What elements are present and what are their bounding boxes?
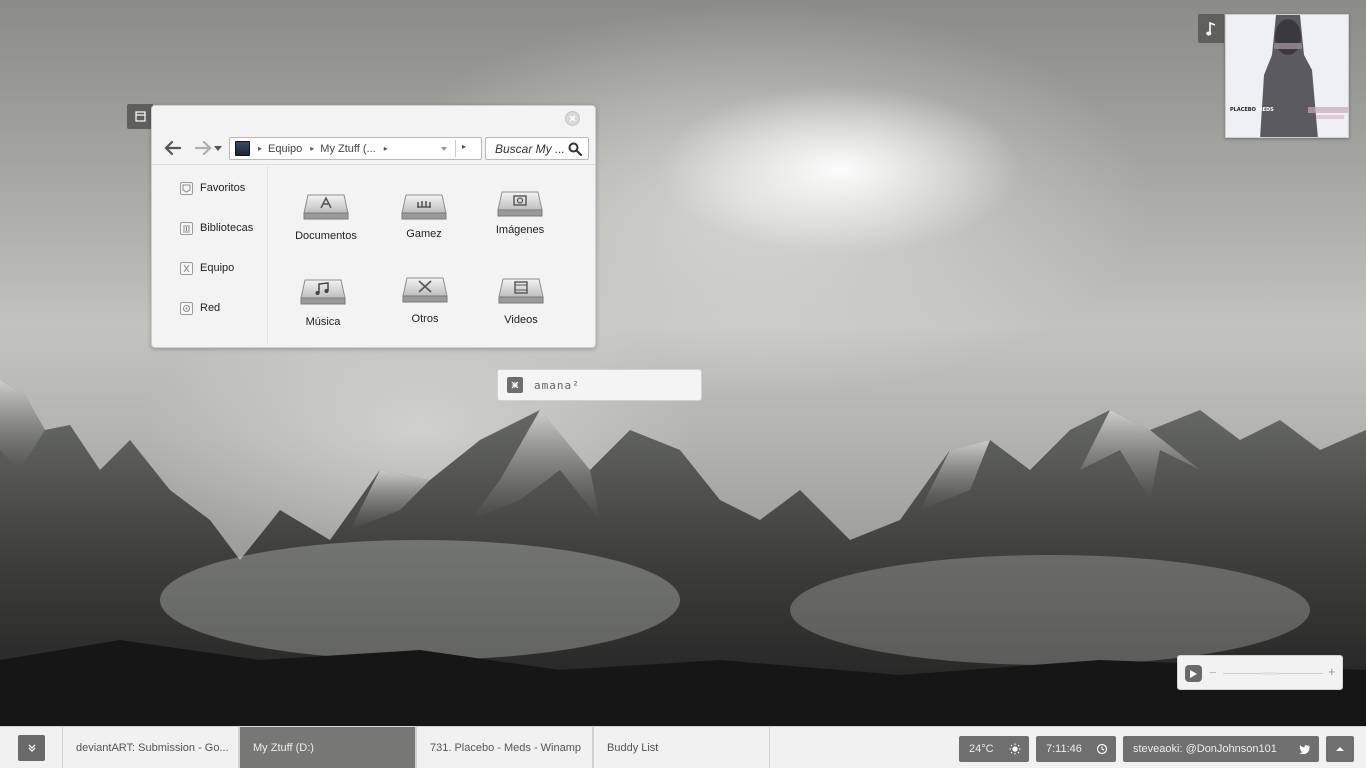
sidebar-item-label: Red xyxy=(200,302,221,314)
sun-icon xyxy=(1009,743,1021,755)
search-box[interactable]: Buscar My ... xyxy=(485,137,589,160)
task-winamp[interactable]: 731. Placebo - Meds - Winamp xyxy=(416,727,593,768)
play-icon xyxy=(1190,669,1197,678)
task-my-ztuff[interactable]: My Ztuff (D:) xyxy=(239,727,416,768)
sidebar-item-label: Equipo xyxy=(200,262,235,274)
chevron-down-icon xyxy=(28,744,35,752)
sidebar-divider xyxy=(267,166,268,344)
network-icon xyxy=(180,301,193,315)
computer-icon xyxy=(180,261,193,275)
media-volume-widget: − + xyxy=(1177,655,1343,690)
clock-widget[interactable]: 7:11:46 xyxy=(1036,736,1116,762)
folder-label: Documentos xyxy=(295,230,357,242)
folder-gamez[interactable]: Gamez xyxy=(384,191,464,240)
task-buddy-list[interactable]: Buddy List xyxy=(593,727,770,768)
file-explorer-window: ▸ Equipo ▸ My Ztuff (... ▸ ▸ Buscar My .… xyxy=(151,105,596,348)
album-title: MEDS xyxy=(1257,107,1274,113)
volume-down-icon[interactable]: − xyxy=(1209,665,1217,680)
folder-label: Videos xyxy=(504,314,538,326)
address-go-icon[interactable]: ▸ xyxy=(462,142,466,151)
taskbar: deviantART: Submission - Go... My Ztuff … xyxy=(0,726,1366,768)
libraries-icon xyxy=(180,221,193,235)
computer-icon xyxy=(235,141,250,156)
history-dropdown-icon[interactable] xyxy=(214,146,222,152)
address-divider xyxy=(455,140,456,157)
twitter-bird-icon xyxy=(1299,745,1310,755)
pictures-drive-icon xyxy=(497,191,543,217)
window-icon xyxy=(134,111,146,122)
volume-up-icon[interactable]: + xyxy=(1328,664,1336,679)
task-deviantart[interactable]: deviantART: Submission - Go... xyxy=(62,727,239,768)
folder-musica[interactable]: Música xyxy=(283,276,363,328)
tag-widget: amana² xyxy=(497,369,702,401)
games-drive-icon xyxy=(401,194,447,220)
chevron-up-icon xyxy=(1336,747,1344,751)
clock-icon xyxy=(1096,743,1108,755)
weather-temperature: 24°C xyxy=(969,743,994,755)
breadcrumb-my-ztuff[interactable]: My Ztuff (... xyxy=(320,143,375,155)
documents-drive-icon xyxy=(303,194,349,220)
folder-documentos[interactable]: Documentos xyxy=(286,191,366,242)
album-cover-image xyxy=(1226,15,1348,137)
search-icon[interactable] xyxy=(568,142,582,156)
toolbar-divider xyxy=(152,164,595,165)
tools-drive-icon xyxy=(402,277,448,303)
breadcrumb-separator-icon: ▸ xyxy=(310,144,315,153)
breadcrumb-separator-icon[interactable]: ▸ xyxy=(384,144,388,153)
folder-label: Gamez xyxy=(406,228,442,240)
tray-expand-button[interactable] xyxy=(1326,736,1354,762)
sidebar-item-favoritos[interactable]: Favoritos xyxy=(180,180,245,196)
album-caption: PLACEBO MEDS xyxy=(1230,107,1274,113)
twitter-widget[interactable]: steveaoki: @DonJohnson101 xyxy=(1123,736,1319,762)
folder-label: Imágenes xyxy=(495,224,545,236)
sidebar-item-red[interactable]: Red xyxy=(180,300,220,316)
folder-otros[interactable]: Otros xyxy=(385,274,465,325)
tag-icon xyxy=(507,377,523,393)
folder-imagenes[interactable]: Imágenes xyxy=(480,188,560,236)
sidebar-item-label: Favoritos xyxy=(200,182,246,194)
play-button[interactable] xyxy=(1185,665,1202,682)
breadcrumb-separator-icon: ▸ xyxy=(258,144,263,153)
close-button[interactable] xyxy=(565,111,580,126)
close-icon xyxy=(569,115,576,122)
address-dropdown-icon[interactable] xyxy=(440,145,448,153)
album-art[interactable]: PLACEBO MEDS xyxy=(1225,14,1349,138)
music-toggle[interactable] xyxy=(1198,14,1224,43)
favorites-icon xyxy=(180,181,193,195)
back-arrow-icon[interactable] xyxy=(164,140,182,156)
videos-drive-icon xyxy=(498,278,544,304)
weather-widget[interactable]: 24°C xyxy=(959,736,1029,762)
task-label: Buddy List xyxy=(607,742,659,754)
start-button[interactable] xyxy=(18,735,45,761)
twitter-status: steveaoki: @DonJohnson101 xyxy=(1133,743,1277,755)
task-label: deviantART: Submission - Go... xyxy=(76,742,229,754)
window-dock-tab[interactable] xyxy=(127,104,153,129)
task-label: My Ztuff (D:) xyxy=(253,742,314,754)
folder-videos[interactable]: Videos xyxy=(481,275,561,326)
folder-label: Música xyxy=(305,316,341,328)
album-band: PLACEBO xyxy=(1230,107,1256,113)
sidebar-item-label: Bibliotecas xyxy=(200,222,254,234)
volume-slider-handle[interactable] xyxy=(1262,672,1278,675)
tag-text: amana² xyxy=(534,378,580,392)
sidebar-item-bibliotecas[interactable]: Bibliotecas xyxy=(180,220,253,236)
breadcrumb-equipo[interactable]: Equipo xyxy=(268,143,302,155)
search-placeholder: Buscar My ... xyxy=(495,141,566,156)
clock-time: 7:11:46 xyxy=(1046,743,1082,755)
sidebar-item-equipo[interactable]: Equipo xyxy=(180,260,234,276)
music-drive-icon xyxy=(300,279,346,305)
task-label: 731. Placebo - Meds - Winamp xyxy=(430,742,582,754)
forward-arrow-icon[interactable] xyxy=(194,140,212,156)
folder-label: Otros xyxy=(411,313,439,325)
address-bar[interactable]: ▸ Equipo ▸ My Ztuff (... ▸ ▸ xyxy=(229,137,482,160)
music-note-icon xyxy=(1206,21,1216,35)
